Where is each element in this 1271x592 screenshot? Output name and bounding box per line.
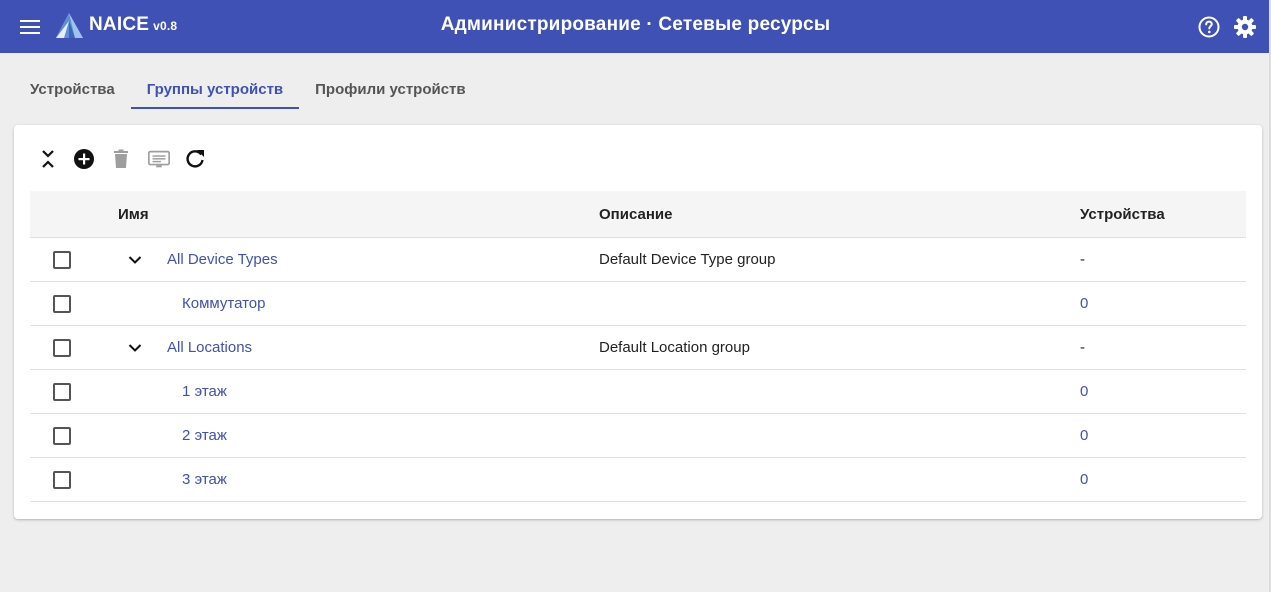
add-circle-icon[interactable] xyxy=(72,147,96,171)
brand-name: NAICE xyxy=(89,14,150,35)
table-row[interactable]: 3 этаж 0 xyxy=(30,458,1246,502)
group-device-count-link[interactable]: 0 xyxy=(1080,295,1088,312)
chevron-down-icon[interactable] xyxy=(123,336,147,360)
column-header-name[interactable]: Имя xyxy=(118,206,149,223)
table-row[interactable]: Коммутатор 0 xyxy=(30,282,1246,326)
app-version: v0.8 xyxy=(153,19,178,33)
group-name-link[interactable]: All Device Types xyxy=(167,251,278,268)
page-title: Администрирование · Сетевые ресурсы xyxy=(440,14,831,35)
group-device-count: - xyxy=(1080,251,1085,268)
tab-devices[interactable]: Устройства xyxy=(14,72,131,109)
table-row[interactable]: All Device Types Default Device Type gro… xyxy=(30,238,1246,282)
table-row[interactable]: 2 этаж 0 xyxy=(30,414,1246,458)
table-row[interactable]: 1 этаж 0 xyxy=(30,370,1246,414)
row-checkbox[interactable] xyxy=(53,471,71,489)
device-groups-card: Имя Описание Устройства All Device Types… xyxy=(14,125,1262,519)
table-header: Имя Описание Устройства xyxy=(30,191,1246,238)
group-name-link[interactable]: 3 этаж xyxy=(182,471,227,488)
row-checkbox[interactable] xyxy=(53,295,71,313)
refresh-icon[interactable] xyxy=(183,147,207,171)
menu-icon[interactable] xyxy=(18,15,42,39)
app-bar: NAICE v0.8 Администрирование · Сетевые ре… xyxy=(0,0,1271,53)
gear-icon[interactable] xyxy=(1233,15,1257,39)
row-checkbox[interactable] xyxy=(53,251,71,269)
column-header-description[interactable]: Описание xyxy=(599,206,672,223)
group-description: Default Device Type group xyxy=(599,251,776,268)
group-name-link[interactable]: Коммутатор xyxy=(182,295,265,312)
group-device-count-link[interactable]: 0 xyxy=(1080,471,1088,488)
trash-icon[interactable] xyxy=(109,147,133,171)
table-row[interactable]: All Locations Default Location group - xyxy=(30,326,1246,370)
message-box-icon[interactable] xyxy=(147,147,171,171)
row-checkbox[interactable] xyxy=(53,383,71,401)
group-name-link[interactable]: 2 этаж xyxy=(182,427,227,444)
unfold-less-icon[interactable] xyxy=(36,147,60,171)
tab-bar: Устройства Группы устройств Профили устр… xyxy=(14,72,482,109)
tab-device-groups[interactable]: Группы устройств xyxy=(130,72,300,109)
group-device-count-link[interactable]: 0 xyxy=(1080,383,1088,400)
brand[interactable]: NAICE v0.8 xyxy=(89,14,177,36)
row-checkbox[interactable] xyxy=(53,339,71,357)
device-groups-table: Имя Описание Устройства All Device Types… xyxy=(30,191,1246,502)
chevron-down-icon[interactable] xyxy=(123,248,147,272)
tab-device-profiles[interactable]: Профили устройств xyxy=(299,72,481,109)
row-checkbox[interactable] xyxy=(53,427,71,445)
group-device-count-link[interactable]: 0 xyxy=(1080,427,1088,444)
help-circle-icon[interactable] xyxy=(1197,15,1221,39)
group-description: Default Location group xyxy=(599,339,750,356)
group-device-count: - xyxy=(1080,339,1085,356)
column-header-devices[interactable]: Устройства xyxy=(1080,206,1165,223)
group-name-link[interactable]: All Locations xyxy=(167,339,252,356)
naice-logo-icon xyxy=(55,12,85,40)
group-name-link[interactable]: 1 этаж xyxy=(182,383,227,400)
